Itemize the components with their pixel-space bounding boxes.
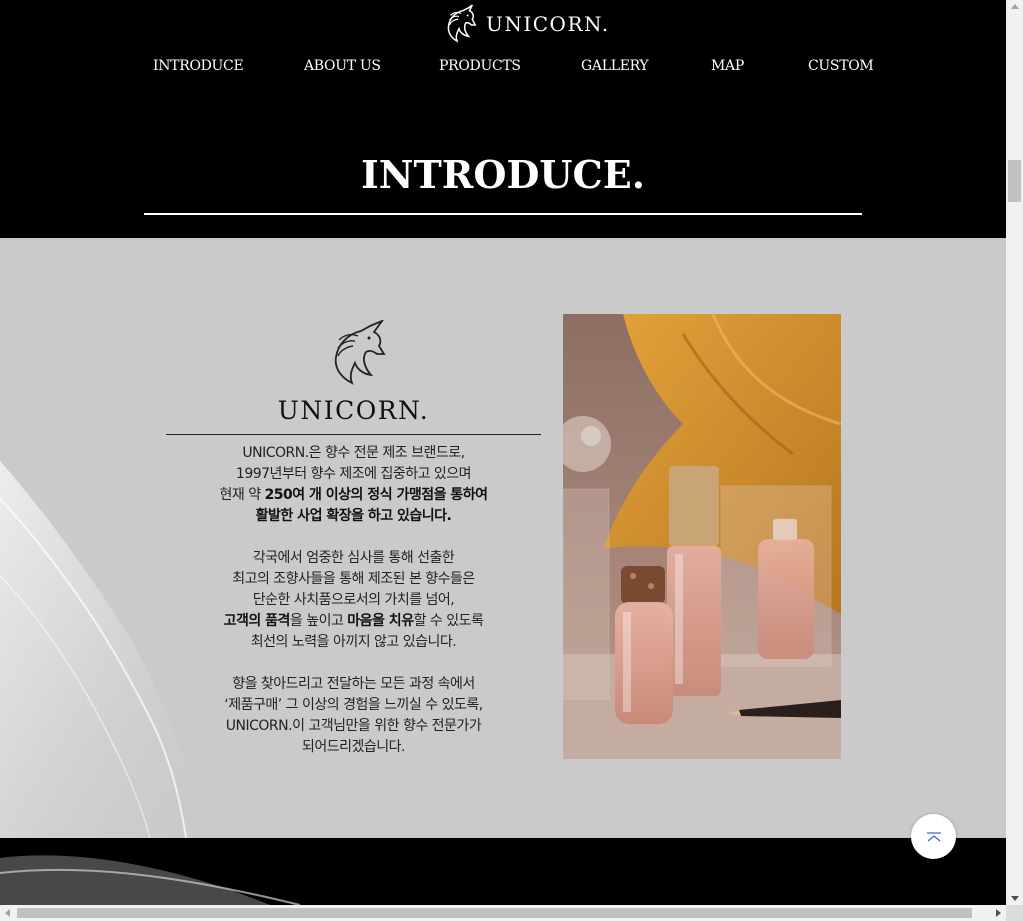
text-line: UNICORN.이 고객님만을 위한 향수 전문가가 <box>225 718 482 734</box>
logo-text: UNICORN. <box>486 12 610 36</box>
intro-paragraph-2: 각국에서 엄중한 심사를 통해 선출한 최고의 조향사들을 통해 제조된 본 향… <box>166 548 541 653</box>
brand-name: UNICORN. <box>277 396 430 425</box>
scroll-to-top-button[interactable] <box>911 814 956 859</box>
text-line: 최고의 조향사들을 통해 제조된 본 향수들은 <box>232 571 475 587</box>
text-line: 향을 찾아드리고 전달하는 모든 과정 속에서 <box>232 676 475 692</box>
main-nav: INTRODUCE ABOUT US PRODUCTS GALLERY MAP … <box>0 58 1006 78</box>
site-logo[interactable]: UNICORN. <box>440 3 610 45</box>
intro-copy: UNICORN.은 향수 전문 제조 브랜드로, 1997년부터 향수 제조에 … <box>166 443 541 779</box>
text-line: 최선의 노력을 아끼지 않고 있습니다. <box>250 634 457 650</box>
vertical-scrollbar[interactable] <box>1006 0 1023 905</box>
nav-item-map[interactable]: MAP <box>711 58 744 74</box>
footer-section <box>0 838 1006 905</box>
nav-item-introduce[interactable]: INTRODUCE <box>153 58 244 74</box>
perfume-bottles-photo <box>563 314 841 759</box>
horizontal-scroll-thumb[interactable] <box>17 908 972 918</box>
scroll-up-arrow-icon[interactable] <box>1011 4 1019 9</box>
page-viewport: UNICORN. INTRODUCE ABOUT US PRODUCTS GAL… <box>0 0 1006 905</box>
scroll-left-arrow-icon[interactable] <box>5 909 10 917</box>
nav-item-gallery[interactable]: GALLERY <box>581 58 649 74</box>
text-line: ‘제품구매’ 그 이상의 경험을 느끼실 수 있도록, <box>224 697 483 713</box>
text-line: 할 수 있도록 <box>413 613 484 629</box>
section-title: INTRODUCE. <box>361 152 645 197</box>
scroll-right-arrow-icon[interactable] <box>996 909 1001 917</box>
nav-item-about-us[interactable]: ABOUT US <box>304 58 381 74</box>
nav-item-products[interactable]: PRODUCTS <box>439 58 521 74</box>
intro-section: UNICORN. UNICORN.은 향수 전문 제조 브랜드로, 1997년부… <box>0 238 1006 838</box>
text-highlight: 250여 개 이상의 정식 가맹점을 통하여 <box>264 487 488 503</box>
intro-paragraph-1: UNICORN.은 향수 전문 제조 브랜드로, 1997년부터 향수 제조에 … <box>166 443 541 527</box>
scroll-down-arrow-icon[interactable] <box>1011 896 1019 901</box>
text-highlight: 활발한 사업 확장을 하고 있습니다. <box>255 508 452 524</box>
silk-veil-decoration <box>0 855 301 905</box>
text-line: 각국에서 엄중한 심사를 통해 선출한 <box>252 550 455 566</box>
unicorn-emblem-icon <box>334 320 386 385</box>
intro-paragraph-3: 향을 찾아드리고 전달하는 모든 과정 속에서 ‘제품구매’ 그 이상의 경험을… <box>166 674 541 758</box>
unicorn-head-icon <box>447 4 477 43</box>
nav-item-custom[interactable]: CUSTOM <box>808 58 874 74</box>
text-highlight: 고객의 품격 <box>223 613 291 629</box>
text-line: 되어드리겠습니다. <box>302 739 406 755</box>
scrollbar-corner <box>1006 905 1023 921</box>
horizontal-scrollbar[interactable] <box>0 905 1006 921</box>
title-divider <box>144 213 862 215</box>
text-line: 을 높이고 <box>289 613 348 629</box>
scroll-to-top-icon <box>926 831 941 841</box>
vertical-scroll-thumb[interactable] <box>1008 160 1021 202</box>
text-highlight: 마음을 치유 <box>347 613 414 629</box>
text-line: 단순한 사치품으로서의 가치를 넘어, <box>252 592 455 608</box>
text-line: 현재 약 <box>219 487 265 503</box>
text-line: UNICORN.은 향수 전문 제조 브랜드로, <box>242 445 465 461</box>
text-line: 1997년부터 향수 제조에 집중하고 있으며 <box>235 466 472 482</box>
brand-divider <box>166 434 541 435</box>
